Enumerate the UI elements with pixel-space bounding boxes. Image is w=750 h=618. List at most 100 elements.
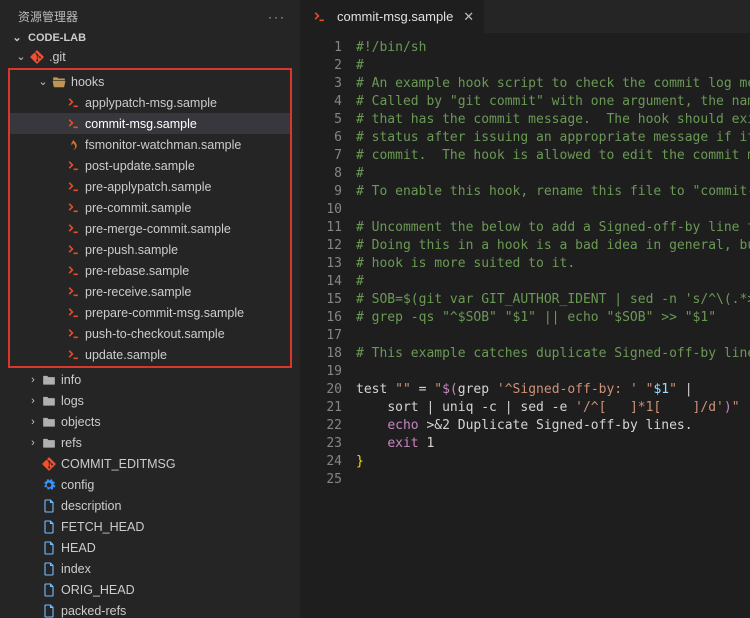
tree-file-hook[interactable]: update.sample	[10, 344, 290, 365]
tree-item-label: pre-commit.sample	[85, 201, 191, 215]
chevron-right-icon: ›	[26, 374, 40, 386]
tree-file-hook[interactable]: applypatch-msg.sample	[10, 92, 290, 113]
tree-file[interactable]: description	[0, 495, 300, 516]
chevron-right-icon: ›	[26, 416, 40, 428]
tree-item-label: fsmonitor-watchman.sample	[85, 138, 241, 152]
tree-file[interactable]: FETCH_HEAD	[0, 516, 300, 537]
tree-item-label: info	[61, 373, 81, 387]
shell-file-icon	[310, 10, 328, 23]
tree-item-label: COMMIT_EDITMSG	[61, 457, 176, 471]
more-icon[interactable]: ···	[268, 10, 286, 24]
tree-item-label: push-to-checkout.sample	[85, 327, 225, 341]
shell-file-icon	[64, 285, 82, 298]
shell-file-icon	[64, 264, 82, 277]
explorer-title: 资源管理器	[18, 8, 78, 25]
tree-item-label: pre-push.sample	[85, 243, 178, 257]
tree-item-label: ORIG_HEAD	[61, 583, 135, 597]
tree-file-hook[interactable]: fsmonitor-watchman.sample	[10, 134, 290, 155]
tree-file[interactable]: ORIG_HEAD	[0, 579, 300, 600]
tree-folder-git[interactable]: ⌄ .git	[0, 46, 300, 67]
git-folder-icon	[28, 50, 46, 64]
chevron-down-icon: ⌄	[10, 31, 24, 44]
tree-item-label: FETCH_HEAD	[61, 520, 144, 534]
folder-icon	[40, 416, 58, 428]
file-tree: ⌄ .git ⌄ hooks applypatch-msg.sample comm…	[0, 46, 300, 618]
tree-item-label: index	[61, 562, 91, 576]
file-icon	[40, 604, 58, 618]
shell-file-icon	[64, 327, 82, 340]
folder-icon	[40, 374, 58, 386]
folder-open-icon	[50, 76, 68, 88]
editor-pane: commit-msg.sample ✕ 12345678910111213141…	[300, 0, 750, 618]
hooks-highlight-box: ⌄ hooks applypatch-msg.sample commit-msg.…	[8, 68, 292, 368]
tree-file[interactable]: HEAD	[0, 537, 300, 558]
tree-file-hook[interactable]: post-update.sample	[10, 155, 290, 176]
tree-folder[interactable]: › refs	[0, 432, 300, 453]
tree-item-label: commit-msg.sample	[85, 117, 197, 131]
fire-icon	[64, 138, 82, 151]
tree-item-label: prepare-commit-msg.sample	[85, 306, 244, 320]
shell-file-icon	[64, 96, 82, 109]
shell-file-icon	[64, 159, 82, 172]
file-icon	[40, 583, 58, 597]
git-icon	[40, 457, 58, 471]
tree-file[interactable]: config	[0, 474, 300, 495]
shell-file-icon	[64, 222, 82, 235]
tree-item-label: pre-merge-commit.sample	[85, 222, 231, 236]
file-icon	[40, 541, 58, 555]
tree-file-hook[interactable]: pre-applypatch.sample	[10, 176, 290, 197]
close-icon[interactable]: ✕	[463, 9, 474, 25]
tree-file-hook[interactable]: pre-commit.sample	[10, 197, 290, 218]
tree-file-hook[interactable]: prepare-commit-msg.sample	[10, 302, 290, 323]
tree-file-hook[interactable]: pre-receive.sample	[10, 281, 290, 302]
tree-folder-hooks[interactable]: ⌄ hooks	[10, 71, 290, 92]
tree-item-label: HEAD	[61, 541, 96, 555]
chevron-down-icon: ⌄	[36, 75, 50, 88]
tree-item-label: .git	[49, 50, 66, 64]
tree-file[interactable]: COMMIT_EDITMSG	[0, 453, 300, 474]
tree-item-label: pre-receive.sample	[85, 285, 191, 299]
chevron-down-icon: ⌄	[14, 50, 28, 63]
tree-item-label: pre-rebase.sample	[85, 264, 189, 278]
tree-file-hook[interactable]: commit-msg.sample	[10, 113, 290, 134]
workspace-label: CODE-LAB	[28, 32, 86, 44]
tab-label: commit-msg.sample	[337, 9, 453, 24]
shell-file-icon	[64, 117, 82, 130]
tree-file-hook[interactable]: push-to-checkout.sample	[10, 323, 290, 344]
shell-file-icon	[64, 348, 82, 361]
tree-item-label: update.sample	[85, 348, 167, 362]
tree-item-label: config	[61, 478, 94, 492]
folder-icon	[40, 395, 58, 407]
tree-item-label: refs	[61, 436, 82, 450]
chevron-right-icon: ›	[26, 395, 40, 407]
tab-active[interactable]: commit-msg.sample ✕	[300, 0, 485, 33]
tree-item-label: packed-refs	[61, 604, 126, 618]
shell-file-icon	[64, 180, 82, 193]
tree-item-label: hooks	[71, 75, 104, 89]
code-lines[interactable]: #!/bin/sh## An example hook script to ch…	[356, 33, 750, 618]
tree-item-label: applypatch-msg.sample	[85, 96, 217, 110]
line-gutter: 1234567891011121314151617181920212223242…	[300, 33, 356, 618]
file-icon	[40, 520, 58, 534]
gear-icon	[40, 478, 58, 492]
tree-folder[interactable]: ›objects	[0, 411, 300, 432]
tree-item-label: post-update.sample	[85, 159, 195, 173]
folder-icon	[40, 437, 58, 449]
shell-file-icon	[64, 306, 82, 319]
code-editor[interactable]: 1234567891011121314151617181920212223242…	[300, 33, 750, 618]
explorer-sidebar: 资源管理器 ··· ⌄ CODE-LAB ⌄ .git ⌄ hooks appl…	[0, 0, 300, 618]
tree-folder[interactable]: › info	[0, 369, 300, 390]
file-icon	[40, 499, 58, 513]
tab-bar: commit-msg.sample ✕	[300, 0, 750, 33]
tree-file-hook[interactable]: pre-rebase.sample	[10, 260, 290, 281]
tree-file[interactable]: index	[0, 558, 300, 579]
tree-file-hook[interactable]: pre-push.sample	[10, 239, 290, 260]
chevron-right-icon: ›	[26, 437, 40, 449]
shell-file-icon	[64, 201, 82, 214]
workspace-section[interactable]: ⌄ CODE-LAB	[0, 29, 300, 46]
tree-file-hook[interactable]: pre-merge-commit.sample	[10, 218, 290, 239]
file-icon	[40, 562, 58, 576]
tree-folder[interactable]: › logs	[0, 390, 300, 411]
tree-file[interactable]: packed-refs	[0, 600, 300, 618]
tree-item-label: logs	[61, 394, 84, 408]
